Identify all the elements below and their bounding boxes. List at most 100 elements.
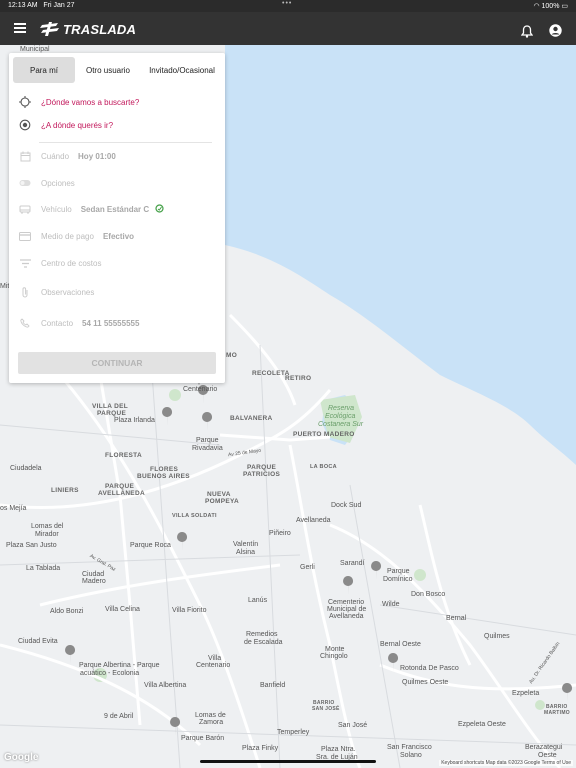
when-value: Hoy 01:00 <box>78 151 116 161</box>
map-attribution[interactable]: Keyboard shortcuts Map data ©2023 Google… <box>439 760 573 766</box>
map-label: LINIERS <box>51 487 79 494</box>
map-label: Rotonda De Pasco <box>400 665 459 672</box>
map-label: Bernal <box>446 615 467 622</box>
filter-icon <box>19 257 31 269</box>
cost-center-row[interactable]: Centro de costos <box>19 257 101 269</box>
wifi-icon: ◠ <box>533 3 540 10</box>
map-label: Aldo Bonzi <box>50 608 84 615</box>
dropoff-placeholder: ¿A dónde querés ir? <box>41 120 114 130</box>
phone-icon <box>19 317 31 329</box>
map-label: PARQUE <box>105 483 135 490</box>
pickup-field[interactable]: ¿Dónde vamos a buscarte? <box>19 96 139 108</box>
tab-para-mi[interactable]: Para mí <box>13 57 75 83</box>
map-label: Ciudadela <box>10 465 42 472</box>
contact-label: Contacto <box>41 318 74 328</box>
map-label: PATRICIOS <box>243 471 281 478</box>
account-icon[interactable] <box>549 24 562 37</box>
status-battery: ◠ 100% ▭ <box>533 3 568 10</box>
tab-invitado[interactable]: Invitado/Ocasional <box>141 57 223 83</box>
google-logo: Google <box>4 752 39 763</box>
map-label: Reserva <box>328 405 355 412</box>
brand-name: TRASLADA <box>63 21 137 37</box>
map-label: Cementerio <box>328 599 365 606</box>
payment-row[interactable]: Medio de pago Efectivo <box>19 230 134 242</box>
map-label: Gerli <box>300 564 315 571</box>
eco-icon <box>155 203 164 215</box>
map-label: Quilmes Oeste <box>402 679 449 686</box>
map-label: BUENOS AIRES <box>137 473 190 480</box>
map-label: Wilde <box>382 601 400 608</box>
car-icon <box>19 203 31 215</box>
continue-button[interactable]: CONTINUAR <box>18 352 216 374</box>
map-label: Rivadavia <box>192 445 223 452</box>
notes-label: Observaciones <box>41 287 95 297</box>
map-label: MO <box>226 352 238 359</box>
map-label: Parque Albertina - Parque <box>79 662 160 669</box>
map-label: Ciudad Evita <box>18 638 58 645</box>
contact-row[interactable]: Contacto 54 11 55555555 <box>19 317 139 329</box>
map-label: PUERTO MADERO <box>293 431 355 438</box>
map-label: Mit <box>0 283 10 290</box>
map-label: Plaza Irlanda <box>114 417 155 424</box>
payment-label: Medio de pago <box>41 231 94 241</box>
map-label: PARQUE <box>247 464 277 471</box>
status-dots: ••• <box>282 0 293 7</box>
status-bar: 12:13 AM Fri Jan 27 ••• ◠ 100% ▭ <box>0 0 576 12</box>
map-label: Valentín <box>233 541 259 548</box>
map-label: Centenario <box>196 662 231 669</box>
map-label: Ezpeleta Oeste <box>458 721 506 728</box>
booking-panel: Para mí Otro usuario Invitado/Ocasional … <box>9 53 225 383</box>
map-label: Domínico <box>383 576 413 583</box>
map-label: Solano <box>400 752 422 759</box>
map-label: Ecológica <box>325 413 356 420</box>
map-label: Villa Albertina <box>144 682 187 689</box>
map-label: Parque <box>387 568 410 575</box>
when-row[interactable]: Cuándo Hoy 01:00 <box>19 150 116 162</box>
map-label: FLORES <box>150 466 179 473</box>
map-label: Parque Roca <box>130 542 171 549</box>
map-label: BALVANERA <box>230 415 273 422</box>
bell-icon[interactable] <box>521 25 533 38</box>
map-label: Ciudad <box>82 571 105 578</box>
map-label: MARTIMO <box>544 710 570 716</box>
map-label: Banfield <box>260 682 286 689</box>
map-label: Sarandí <box>340 560 365 567</box>
map-label: Temperley <box>277 729 310 736</box>
map-label: de Escalada <box>244 639 283 646</box>
map-label: San José <box>338 722 368 729</box>
map-label: VILLA SOLDATI <box>172 513 217 519</box>
crosshair-icon <box>19 96 31 108</box>
map-label: Oeste <box>538 752 557 759</box>
options-row[interactable]: Opciones <box>19 177 75 189</box>
map-label: Quilmes <box>484 633 510 640</box>
map-label: NUEVA <box>207 491 231 498</box>
map-label: Don Bosco <box>411 591 446 598</box>
map-label: San Francisco <box>387 744 432 751</box>
dropoff-field[interactable]: ¿A dónde querés ir? <box>19 119 113 131</box>
attachment-icon <box>19 286 31 298</box>
map-label: FLORESTA <box>105 452 142 459</box>
map-label: os Mejía <box>0 505 27 512</box>
menu-icon[interactable] <box>14 23 26 33</box>
calendar-icon <box>19 150 31 162</box>
map-label: SAN JOSÉ <box>312 706 340 712</box>
map-label: Municipal <box>20 46 50 53</box>
map-label: Centenario <box>183 386 218 393</box>
map-label: Avellaneda <box>296 517 331 524</box>
options-label: Opciones <box>41 178 75 188</box>
notes-row[interactable]: Observaciones <box>19 286 94 298</box>
map-label: Dock Sud <box>331 502 362 509</box>
vehicle-row[interactable]: Vehículo Sedan Estándar C <box>19 203 164 215</box>
map-label: Villa <box>208 655 222 662</box>
map-label: Chingolo <box>320 653 348 660</box>
map-label: Piñeiro <box>269 530 291 537</box>
battery-icon: ▭ <box>561 3 568 10</box>
tab-otro-usuario[interactable]: Otro usuario <box>79 57 137 83</box>
tab-bar: Para mí Otro usuario Invitado/Ocasional <box>9 53 225 85</box>
cost-center-label: Centro de costos <box>41 258 102 268</box>
map-label: Monte <box>325 646 345 653</box>
map-label: Parque Barón <box>181 735 225 742</box>
map-label: Lomas del <box>31 523 64 530</box>
map-label: Avellaneda <box>329 613 364 620</box>
logo-icon <box>40 22 59 36</box>
